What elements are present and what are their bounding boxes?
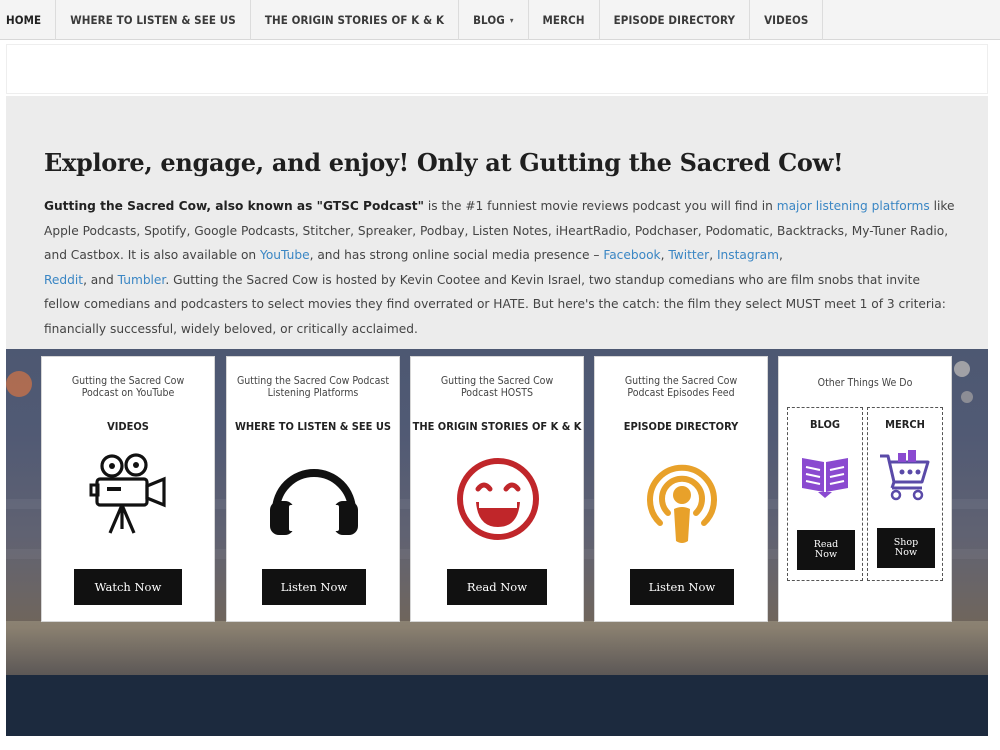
nav-episode-directory[interactable]: EPISODE DIRECTORY (600, 0, 751, 40)
intro-text-6: , (778, 248, 783, 262)
page-headline: Explore, engage, and enjoy! Only at Gutt… (44, 148, 844, 177)
merch-heading: MERCH (885, 418, 925, 431)
hero-bottom-strip (6, 675, 988, 736)
bokeh-light (6, 371, 32, 397)
listen-now-button[interactable]: Listen Now (262, 569, 366, 605)
card-title: Gutting the Sacred Cow Podcast Listening… (236, 375, 390, 399)
nav-origin-stories-label: THE ORIGIN STORIES OF K & K (264, 13, 445, 27)
card-title: Other Things We Do (817, 377, 913, 389)
nav-spacer (823, 0, 1000, 39)
intro-text-7: , and (83, 272, 118, 287)
card-videos: Gutting the Sacred Cow Podcast on YouTub… (41, 356, 215, 622)
top-navigation: HOME WHERE TO LISTEN & SEE US THE ORIGIN… (0, 0, 1000, 40)
link-reddit[interactable]: Reddit (44, 273, 83, 287)
card-where-to-listen: Gutting the Sacred Cow Podcast Listening… (226, 356, 400, 622)
open-book-icon (796, 446, 854, 504)
intro-text-5: , (709, 248, 717, 262)
card-heading: WHERE TO LISTEN & SEE US (234, 420, 392, 433)
link-major-listening-platforms[interactable]: major listening platforms (777, 199, 930, 213)
chevron-down-icon: ▾ (509, 15, 514, 25)
card-origin-stories: Gutting the Sacred Cow Podcast HOSTS THE… (410, 356, 584, 622)
nav-merch-label: MERCH (542, 13, 585, 27)
watch-now-button[interactable]: Watch Now (74, 569, 182, 605)
card-heading: VIDEOS (107, 420, 149, 433)
link-instagram[interactable]: Instagram (717, 248, 779, 262)
shop-now-button[interactable]: Shop Now (877, 528, 935, 568)
nav-episode-directory-label: EPISODE DIRECTORY (613, 13, 736, 27)
read-now-button[interactable]: Read Now (447, 569, 547, 605)
podcast-icon (632, 449, 732, 549)
link-youtube[interactable]: YouTube (260, 248, 310, 262)
nav-home[interactable]: HOME (0, 0, 57, 40)
video-camera-icon (79, 449, 179, 549)
blog-box: BLOG Read Now (787, 407, 863, 581)
nav-origin-stories[interactable]: THE ORIGIN STORIES OF K & K (251, 0, 460, 40)
link-twitter[interactable]: Twitter (668, 248, 709, 262)
nav-blog[interactable]: BLOG ▾ (459, 0, 529, 40)
nav-blog-label: BLOG (473, 13, 505, 27)
card-heading: THE ORIGIN STORIES OF K & K (412, 420, 582, 433)
link-tumbler[interactable]: Tumbler (118, 273, 166, 287)
headphones-icon (264, 449, 364, 549)
listen-now-button[interactable]: Listen Now (630, 569, 734, 605)
card-other-things: Other Things We Do BLOG Read Now MERCH S… (778, 356, 952, 622)
read-now-button[interactable]: Read Now (797, 530, 855, 570)
intro-text-1: is the #1 funniest movie reviews podcast… (423, 199, 777, 213)
bokeh-light (961, 391, 973, 403)
intro-bold: Gutting the Sacred Cow, also known as "G… (44, 199, 424, 213)
blog-heading: BLOG (810, 418, 840, 431)
nav-home-label: HOME (6, 13, 42, 27)
card-episode-directory: Gutting the Sacred Cow Podcast Episodes … (594, 356, 768, 622)
card-heading: EPISODE DIRECTORY (623, 420, 739, 433)
nav-where-to-listen-label: WHERE TO LISTEN & SEE US (70, 13, 236, 27)
nav-merch[interactable]: MERCH (529, 0, 600, 40)
nav-videos-label: VIDEOS (764, 13, 809, 27)
header-banner (6, 44, 988, 94)
link-facebook[interactable]: Facebook (603, 248, 660, 262)
card-title: Gutting the Sacred Cow Podcast Episodes … (624, 375, 738, 399)
card-title: Gutting the Sacred Cow Podcast on YouTub… (71, 375, 185, 399)
intro-text-8: . Gutting the Sacred Cow is hosted by Ke… (44, 272, 946, 336)
nav-videos[interactable]: VIDEOS (750, 0, 824, 40)
intro-text-3: , and has strong online social media pre… (309, 248, 604, 262)
shopping-cart-icon (876, 446, 934, 504)
hero-floor (6, 621, 988, 681)
intro-paragraph: Gutting the Sacred Cow, also known as "G… (44, 194, 956, 341)
bokeh-light (954, 361, 970, 377)
nav-where-to-listen[interactable]: WHERE TO LISTEN & SEE US (56, 0, 251, 40)
card-title: Gutting the Sacred Cow Podcast HOSTS (440, 375, 554, 399)
merch-box: MERCH Shop Now (867, 407, 943, 581)
laughing-face-icon (448, 449, 548, 549)
